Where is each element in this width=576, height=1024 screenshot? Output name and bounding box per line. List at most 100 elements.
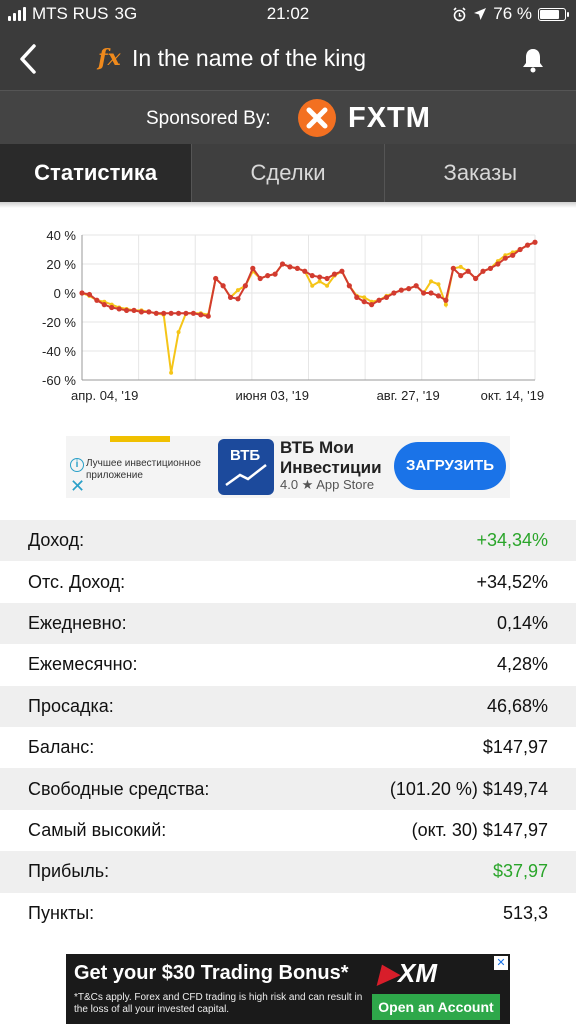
ad-banner-xm[interactable]: Get your $30 Trading Bonus* *T&Cs apply.… [66, 954, 510, 1024]
data-point [458, 273, 464, 279]
stat-label: Пункты: [28, 902, 95, 923]
x-axis-labels: апр. 04, '19 июня 03, '19 авг. 27, '19 окт.… [71, 388, 544, 403]
page-title: In the name of the king [132, 45, 366, 71]
data-point [532, 239, 538, 245]
data-point [190, 310, 196, 316]
vtb-app-icon: ВТБ [218, 439, 274, 495]
ad-close-icon[interactable]: ✕ [494, 956, 508, 970]
stat-label: Ежемесячно: [28, 654, 138, 675]
x-tick-label: окт. 14, '19 [481, 388, 544, 403]
stat-row: Свободные средства: (101.20 %) $149,74 [0, 768, 576, 810]
tab-shadow [0, 202, 576, 208]
data-point [123, 307, 130, 313]
fxtm-logo-icon[interactable] [298, 99, 336, 137]
data-point [294, 265, 300, 271]
stat-label: Самый высокий: [28, 819, 167, 840]
data-point [310, 283, 315, 288]
stat-value: +34,52% [476, 571, 548, 592]
xm-brand: XM [398, 958, 437, 988]
download-button[interactable]: ЗАГРУЗИТЬ [394, 442, 506, 490]
stat-value: 46,68% [486, 695, 548, 716]
close-icon[interactable]: ✕ [70, 476, 85, 497]
stat-value: $147,97 [482, 737, 548, 758]
data-point [487, 265, 494, 271]
sponsor-brand[interactable]: FXTM [348, 102, 431, 135]
back-arrow-icon[interactable] [14, 42, 44, 76]
data-point [369, 302, 375, 308]
open-account-button[interactable]: Open an Account [372, 994, 500, 1020]
data-point [317, 274, 323, 280]
data-point [325, 283, 330, 288]
stat-row: Баланс: $147,97 [0, 726, 576, 769]
data-point [443, 297, 449, 303]
data-point [101, 302, 107, 308]
data-point [458, 264, 463, 269]
data-point [324, 275, 330, 282]
data-point [346, 283, 352, 289]
data-point [429, 279, 434, 284]
growth-chart: 40 % 20 % 0 % -20 % -40 % -60 % апр. 04, '19 и… [42, 228, 544, 403]
data-point [205, 313, 211, 319]
data-point [257, 275, 263, 282]
tab-orders[interactable]: Заказы [385, 144, 576, 202]
data-point [517, 246, 523, 253]
ad-stripe [110, 436, 170, 442]
data-point [450, 265, 456, 271]
data-point [428, 290, 434, 296]
stat-row: Просадка: 46,68% [0, 685, 576, 727]
y-tick-label: -60 % [42, 373, 76, 388]
y-tick-label: 0 % [54, 286, 77, 301]
y-tick-label: -20 % [42, 315, 76, 330]
stat-label: Прибыль: [28, 861, 110, 882]
data-point [354, 294, 360, 300]
data-point [406, 286, 412, 292]
xm-logo-icon: ▶XM [378, 958, 437, 988]
data-point [138, 309, 145, 315]
alarm-icon [453, 6, 466, 21]
y-tick-label: 20 % [46, 257, 76, 272]
data-point [272, 271, 278, 277]
data-point [168, 310, 174, 316]
stat-label: Ежедневно: [28, 612, 127, 633]
data-point [510, 252, 516, 258]
data-point [339, 268, 345, 274]
tab-statistics[interactable]: Статистика [0, 144, 193, 202]
ad-app-name: ВТБ Мои Инвестиции [280, 438, 382, 477]
ad-banner-vtb[interactable]: i Лучшее инвестиционное приложение ✕ ВТБ… [66, 436, 510, 498]
stat-value: 0,14% [496, 612, 548, 633]
data-point [131, 307, 137, 313]
stat-label: Свободные средства: [28, 778, 210, 799]
data-point [265, 273, 271, 279]
x-tick-label: апр. 04, '19 [71, 388, 138, 403]
stat-value: 513,3 [502, 902, 548, 923]
data-point [524, 242, 531, 248]
data-point [465, 268, 471, 274]
data-point [421, 290, 427, 296]
tab-deals[interactable]: Сделки [192, 144, 385, 202]
stat-row: Доход: +34,34% [0, 520, 576, 562]
battery-percent: 76 % [493, 4, 532, 23]
ad-rating: 4.0 ★ App Store [280, 477, 375, 492]
data-point [435, 293, 442, 299]
y-tick-label: -40 % [42, 344, 76, 359]
data-point [472, 275, 479, 282]
data-point [309, 273, 315, 279]
data-point [146, 309, 152, 315]
bell-icon[interactable] [520, 46, 546, 74]
data-point [109, 304, 115, 311]
tab-bar: Статистика Сделки Заказы [0, 144, 576, 202]
data-point [302, 268, 308, 274]
nav-bar: fx In the name of the king [0, 28, 576, 90]
stat-label: Доход: [28, 530, 85, 551]
data-point [480, 268, 486, 274]
info-icon[interactable]: i [70, 458, 84, 472]
stat-row: Прибыль: $37,97 [0, 851, 576, 893]
data-point [383, 294, 390, 300]
data-point [116, 306, 122, 312]
location-icon [474, 8, 487, 20]
stat-value: (окт. 30) $147,97 [411, 819, 548, 840]
ad-headline: Get your $30 Trading Bonus* [74, 962, 349, 984]
data-point [220, 283, 226, 289]
stat-row: Ежемесячно: 4,28% [0, 644, 576, 686]
data-point [176, 330, 181, 335]
